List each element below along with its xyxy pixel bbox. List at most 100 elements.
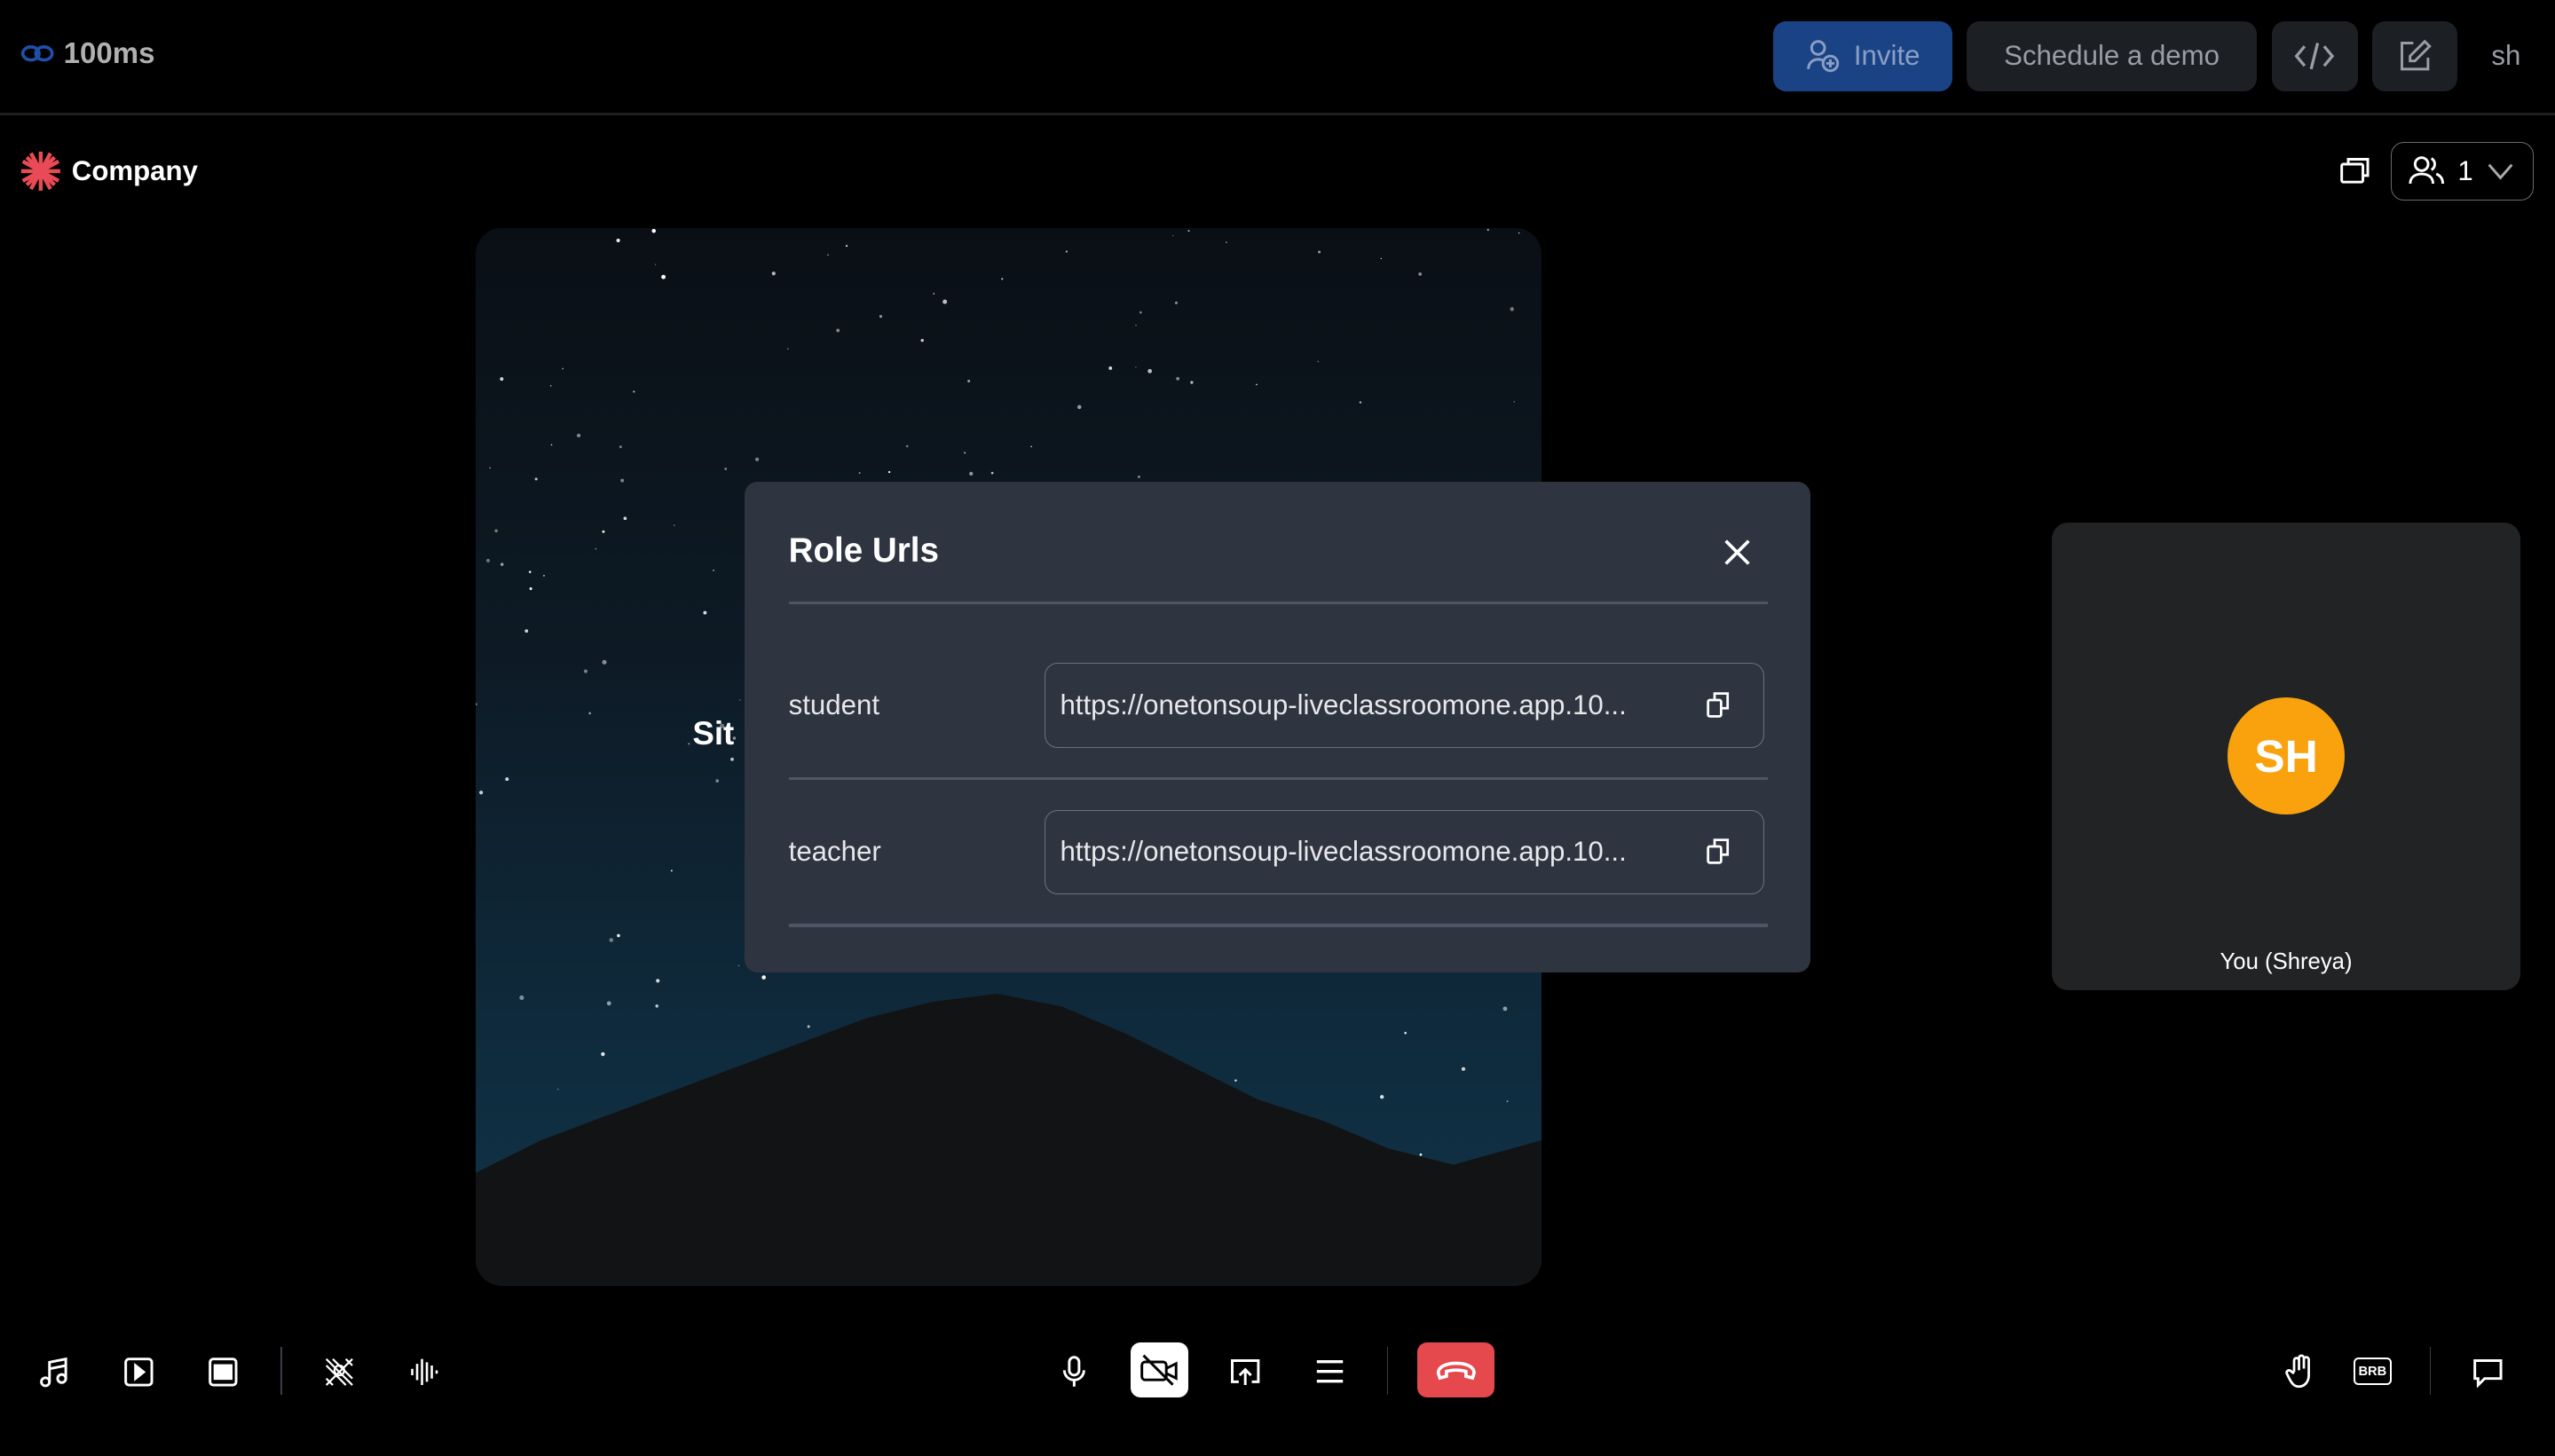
- star: [1077, 405, 1082, 410]
- more-menu-button[interactable]: [1308, 1350, 1351, 1393]
- star: [1175, 301, 1179, 304]
- brand-logo: 100ms: [20, 35, 154, 71]
- star: [1234, 1079, 1237, 1082]
- star: [858, 472, 861, 475]
- star: [1147, 368, 1153, 374]
- pip-button[interactable]: [2338, 154, 2371, 194]
- star: [827, 254, 829, 256]
- edit-icon: [2397, 38, 2433, 74]
- star: [577, 433, 581, 438]
- star: [623, 516, 627, 521]
- music-button[interactable]: [33, 1350, 75, 1393]
- star: [486, 558, 491, 563]
- star: [920, 338, 925, 342]
- role-label: teacher: [788, 835, 881, 867]
- raise-hand-button[interactable]: [2280, 1350, 2322, 1393]
- chevron-down-icon: [2486, 161, 2515, 181]
- close-button[interactable]: [1723, 538, 1752, 574]
- star: [620, 478, 625, 483]
- star: [616, 239, 620, 243]
- invite-label: Invite: [1853, 40, 1920, 72]
- star: [1172, 234, 1174, 237]
- embed-code-button[interactable]: [2271, 20, 2358, 91]
- copy-icon[interactable]: [1705, 837, 1731, 866]
- blur-button[interactable]: [318, 1350, 360, 1393]
- microphone-button[interactable]: [1053, 1350, 1095, 1393]
- star: [1380, 1095, 1384, 1099]
- star: [550, 444, 553, 446]
- playlist-video-button[interactable]: [117, 1350, 160, 1393]
- edit-button[interactable]: [2372, 20, 2457, 91]
- divider: [788, 601, 1769, 605]
- leave-call-button[interactable]: [1417, 1342, 1494, 1398]
- role-url-field[interactable]: https://onetonsoup-liveclassroomone.app.…: [1044, 663, 1765, 748]
- self-name: You (Shreya): [2220, 949, 2353, 975]
- role-url-field[interactable]: https://onetonsoup-liveclassroomone.app.…: [1044, 809, 1765, 894]
- star: [1139, 311, 1142, 314]
- role-label: student: [788, 689, 880, 720]
- star: [761, 975, 767, 980]
- star: [633, 390, 635, 393]
- schedule-demo-button[interactable]: Schedule a demo: [1967, 20, 2257, 91]
- star: [670, 870, 673, 872]
- user-avatar-initials[interactable]: sh: [2477, 21, 2535, 91]
- blur-icon: [323, 1356, 356, 1389]
- star: [1380, 257, 1383, 259]
- star: [969, 471, 974, 476]
- company-logo-icon: [20, 150, 62, 193]
- divider: [280, 1347, 282, 1395]
- star: [651, 229, 657, 233]
- star: [1187, 230, 1190, 232]
- star: [601, 1051, 605, 1057]
- star: [730, 757, 735, 761]
- code-icon: [2293, 38, 2336, 74]
- star: [846, 245, 848, 248]
- star: [562, 367, 564, 370]
- star: [1138, 475, 1140, 478]
- virtual-background-button[interactable]: [202, 1350, 245, 1393]
- invite-button[interactable]: Invite: [1772, 20, 1952, 91]
- divider: [1386, 1347, 1389, 1395]
- camera-toggle-button[interactable]: [1131, 1342, 1188, 1398]
- brb-button[interactable]: BRB: [2351, 1350, 2393, 1393]
- divider: [788, 924, 1769, 927]
- dialog-title: Role Urls: [788, 531, 939, 570]
- role-urls-dialog: Role Urls student https://onetonsoup-liv…: [745, 482, 1810, 973]
- star: [529, 587, 532, 591]
- star: [1318, 250, 1321, 254]
- copy-icon[interactable]: [1705, 690, 1731, 720]
- star: [737, 964, 740, 967]
- brb-icon: BRB: [2353, 1358, 2392, 1386]
- chat-button[interactable]: [2467, 1350, 2510, 1393]
- star: [595, 547, 597, 550]
- star: [1518, 232, 1520, 234]
- star: [524, 629, 529, 634]
- star: [703, 610, 707, 615]
- add-user-icon: [1805, 38, 1841, 74]
- participant-count: 1: [2457, 154, 2473, 186]
- screen-share-button[interactable]: [1224, 1350, 1266, 1393]
- star: [755, 457, 760, 461]
- star: [836, 328, 840, 333]
- star: [888, 470, 891, 474]
- star: [807, 1025, 810, 1028]
- picture-in-picture-icon: [2338, 154, 2371, 187]
- star: [505, 777, 509, 782]
- noise-suppression-button[interactable]: [403, 1350, 446, 1393]
- star: [607, 1001, 611, 1006]
- star: [1065, 250, 1069, 253]
- star: [1001, 278, 1004, 280]
- room-brand: Company: [20, 150, 198, 193]
- participants-button[interactable]: 1: [2390, 141, 2535, 201]
- star: [489, 467, 492, 469]
- star: [933, 293, 935, 295]
- star: [1419, 1153, 1423, 1156]
- role-url: https://onetonsoup-liveclassroomone.app.…: [1060, 836, 1627, 868]
- image-icon: [207, 1356, 240, 1389]
- play-icon: [122, 1356, 155, 1389]
- star: [476, 703, 477, 706]
- star: [1256, 383, 1258, 386]
- star: [550, 385, 552, 387]
- star: [713, 569, 715, 571]
- chat-icon: [2472, 1356, 2504, 1389]
